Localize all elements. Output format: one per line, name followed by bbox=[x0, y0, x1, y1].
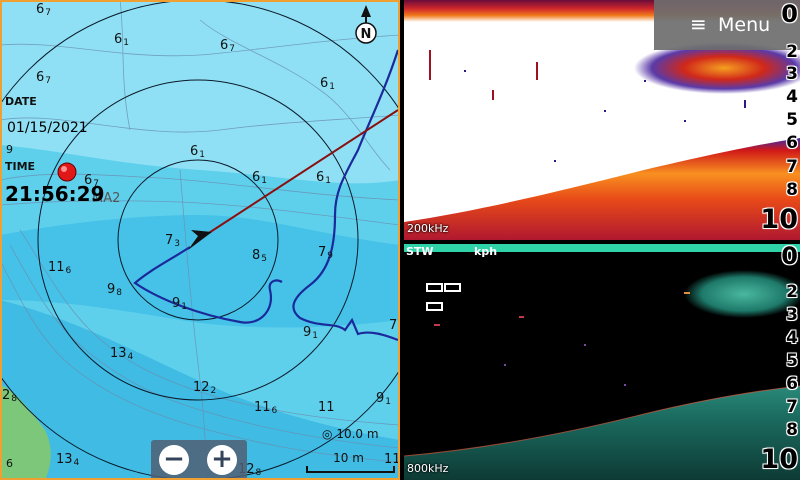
depth-scale-label: 5 bbox=[786, 110, 798, 130]
date-label: DATE bbox=[5, 95, 37, 108]
depth-scale-label: 8 bbox=[786, 180, 798, 200]
noise-specks bbox=[434, 292, 690, 386]
depth-scale-label: 6 bbox=[786, 374, 798, 394]
depth-sounding: 67 bbox=[36, 70, 52, 86]
minus-icon: − bbox=[163, 444, 185, 474]
depth-sounding: 73 bbox=[165, 233, 181, 249]
plus-icon: + bbox=[211, 444, 233, 474]
depth-sounding: 9 bbox=[6, 143, 13, 156]
depth-sounding: 116 bbox=[254, 400, 278, 416]
depth-scale-label: 6 bbox=[786, 133, 798, 153]
zoom-in-button[interactable]: + bbox=[207, 445, 237, 475]
depth-sounding: 67 bbox=[36, 2, 52, 18]
depth-sounding: 61 bbox=[190, 144, 206, 160]
sonar-downscan-pane[interactable]: STW kph 0 2 3 4 5 6 7 8 10 800kHz bbox=[404, 244, 800, 480]
depth-scale-top: 0 2 3 4 5 6 7 8 10 bbox=[760, 0, 798, 240]
depth-scale-label: 3 bbox=[786, 305, 798, 325]
depth-sounding: 91 bbox=[303, 325, 319, 341]
time-value: 21:56:29 bbox=[5, 182, 105, 206]
chart-map[interactable] bbox=[0, 0, 400, 480]
compass-letter: N bbox=[361, 27, 372, 42]
depth-sounding: 79 bbox=[318, 245, 334, 261]
stw-value-placeholder bbox=[426, 277, 476, 311]
depth-sounding: 85 bbox=[252, 248, 268, 264]
depth-sounding: 7 bbox=[389, 318, 398, 333]
depth-scale-label: 2 bbox=[786, 42, 798, 62]
depth-sounding: 98 bbox=[107, 282, 123, 298]
depth-scale-label: 3 bbox=[786, 64, 798, 84]
scale-label: 10 m bbox=[333, 451, 364, 465]
speed-unit-label: kph bbox=[474, 245, 498, 258]
menu-label: Menu bbox=[718, 14, 771, 36]
surface-band bbox=[404, 244, 800, 252]
sonar-traditional-pane[interactable]: ≡ Menu 0 2 3 4 5 6 7 8 10 200kHz bbox=[404, 0, 800, 240]
range-value: 10.0 m bbox=[336, 427, 379, 441]
frequency-label: 200kHz bbox=[407, 222, 449, 235]
depth-sounding: 6 bbox=[6, 457, 13, 470]
depth-sounding: 28 bbox=[2, 388, 18, 404]
depth-scale-label: 10 bbox=[760, 444, 798, 475]
north-arrow-icon: N bbox=[355, 5, 377, 44]
depth-sounding: 134 bbox=[110, 346, 134, 362]
depth-sounding: 61 bbox=[114, 32, 130, 48]
depth-sounding: 91 bbox=[376, 391, 392, 407]
date-value: 01/15/2021 bbox=[7, 120, 88, 136]
depth-scale-label: 7 bbox=[786, 157, 798, 177]
bottom-echo bbox=[404, 138, 800, 240]
depth-sounding: 134 bbox=[56, 452, 80, 468]
frequency-label: 800kHz bbox=[407, 462, 449, 475]
depth-sounding: 11 bbox=[318, 400, 335, 415]
depth-scale-bottom: 0 2 3 4 5 6 7 8 10 bbox=[760, 244, 798, 480]
depth-scale-label: 8 bbox=[786, 420, 798, 440]
stw-label: STW bbox=[406, 245, 434, 258]
range-ring-icon: ◎ bbox=[322, 427, 333, 441]
bottom-echo bbox=[404, 386, 800, 480]
time-label: TIME bbox=[5, 160, 36, 173]
depth-sounding: 116 bbox=[48, 260, 72, 276]
zoom-controls: − + bbox=[151, 440, 247, 480]
waypoint-icon bbox=[57, 162, 77, 182]
depth-sounding: 122 bbox=[193, 380, 217, 396]
depth-scale-label: 7 bbox=[786, 397, 798, 417]
depth-sounding: 61 bbox=[320, 76, 336, 92]
menu-icon: ≡ bbox=[690, 12, 707, 36]
depth-scale-label: 0 bbox=[781, 0, 798, 28]
range-ring-info: ◎ 10.0 m bbox=[322, 427, 379, 441]
chart-pane[interactable]: 67 61 67 67 61 9 67 61 61 61 73 85 79 11… bbox=[0, 0, 400, 480]
depth-scale-label: 2 bbox=[786, 282, 798, 302]
depth-sounding: 61 bbox=[316, 170, 332, 186]
scale-bar bbox=[306, 466, 395, 473]
depth-scale-label: 4 bbox=[786, 87, 798, 107]
depth-scale-label: 5 bbox=[786, 351, 798, 371]
depth-sounding: 61 bbox=[252, 170, 268, 186]
north-compass[interactable]: N bbox=[351, 5, 381, 45]
depth-scale-label: 10 bbox=[760, 204, 798, 235]
depth-sounding: 91 bbox=[172, 296, 188, 312]
depth-scale-label: 0 bbox=[781, 244, 798, 270]
depth-scale-label: 4 bbox=[786, 328, 798, 348]
zoom-out-button[interactable]: − bbox=[159, 445, 189, 475]
depth-sounding: 67 bbox=[220, 38, 236, 54]
